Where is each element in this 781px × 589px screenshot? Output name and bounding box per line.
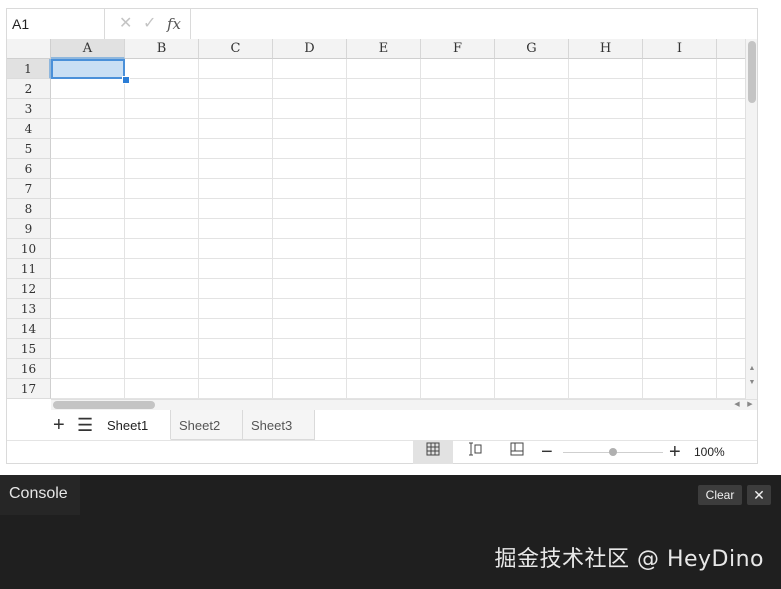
close-icon[interactable]: ✕ bbox=[747, 485, 771, 505]
formula-bar: A1 ✕ ✓ fx bbox=[7, 9, 757, 40]
normal-view-button[interactable] bbox=[413, 440, 453, 464]
row-header-15[interactable]: 15 bbox=[7, 339, 51, 359]
column-header-d[interactable]: D bbox=[273, 39, 347, 59]
scroll-right-arrow-icon[interactable]: ▶ bbox=[744, 400, 756, 410]
column-header-f[interactable]: F bbox=[421, 39, 495, 59]
clear-button[interactable]: Clear bbox=[698, 485, 742, 505]
scroll-up-arrow-icon[interactable]: ▲ bbox=[746, 363, 758, 375]
vertical-scrollbar[interactable]: ▲ ▼ bbox=[745, 39, 757, 399]
column-header-i[interactable]: I bbox=[643, 39, 717, 59]
console-title: Console bbox=[9, 485, 68, 502]
select-all-corner[interactable] bbox=[7, 39, 51, 59]
row-header-12[interactable]: 12 bbox=[7, 279, 51, 299]
vertical-scroll-thumb[interactable] bbox=[748, 41, 756, 103]
row-header-17[interactable]: 17 bbox=[7, 379, 51, 399]
scroll-left-arrow-icon[interactable]: ◀ bbox=[731, 400, 743, 410]
row-header-7[interactable]: 7 bbox=[7, 179, 51, 199]
row-header-6[interactable]: 6 bbox=[7, 159, 51, 179]
sheet-menu-icon[interactable]: ☰ bbox=[77, 410, 93, 440]
zoom-slider-knob[interactable] bbox=[609, 448, 617, 456]
zoom-in-icon[interactable]: + bbox=[669, 440, 681, 464]
console-panel: Console Clear ✕ 掘金技术社区 @ HeyDino bbox=[0, 475, 781, 589]
column-header-a[interactable]: A bbox=[51, 39, 125, 59]
sheet-tab-sheet1[interactable]: Sheet1 bbox=[99, 410, 171, 440]
spreadsheet: A1 ✕ ✓ fx ABCDEFGHI 1 2 3 4 5 6 7 8 9 10 11 12 13 14 1… bbox=[6, 8, 758, 464]
cell-grid: ABCDEFGHI 1 2 3 4 5 6 7 8 9 10 11 12 13 14 15 16 17 bbox=[7, 39, 745, 399]
row-header-9[interactable]: 9 bbox=[7, 219, 51, 239]
cells[interactable] bbox=[51, 59, 745, 399]
watermark: 掘金技术社区 @ HeyDino bbox=[494, 547, 764, 572]
check-icon[interactable]: ✓ bbox=[143, 9, 156, 39]
page-break-view-button[interactable] bbox=[455, 440, 495, 464]
row-header-13[interactable]: 13 bbox=[7, 299, 51, 319]
formula-input[interactable] bbox=[191, 9, 757, 39]
fx-icon[interactable]: fx bbox=[167, 9, 181, 39]
column-header-g[interactable]: G bbox=[495, 39, 569, 59]
add-sheet-icon[interactable]: + bbox=[53, 410, 65, 440]
row-header-4[interactable]: 4 bbox=[7, 119, 51, 139]
name-box[interactable]: A1 bbox=[7, 9, 105, 39]
column-header-h[interactable]: H bbox=[569, 39, 643, 59]
active-cell[interactable] bbox=[51, 59, 125, 79]
console-tab[interactable]: Console bbox=[0, 475, 80, 515]
row-header-11[interactable]: 11 bbox=[7, 259, 51, 279]
row-header-14[interactable]: 14 bbox=[7, 319, 51, 339]
page-layout-icon bbox=[510, 442, 524, 456]
sheet-tab-sheet2[interactable]: Sheet2 bbox=[171, 410, 243, 440]
row-header-5[interactable]: 5 bbox=[7, 139, 51, 159]
grid-view-icon bbox=[426, 442, 440, 456]
column-header-b[interactable]: B bbox=[125, 39, 199, 59]
row-header-10[interactable]: 10 bbox=[7, 239, 51, 259]
column-header-c[interactable]: C bbox=[199, 39, 273, 59]
status-bar: − + 100% bbox=[7, 440, 757, 464]
zoom-out-icon[interactable]: − bbox=[541, 440, 553, 464]
cancel-icon[interactable]: ✕ bbox=[119, 9, 132, 39]
row-header-8[interactable]: 8 bbox=[7, 199, 51, 219]
formula-bar-icons: ✕ ✓ fx bbox=[105, 9, 191, 39]
row-header-3[interactable]: 3 bbox=[7, 99, 51, 119]
page-break-icon bbox=[469, 442, 482, 456]
horizontal-scroll-thumb[interactable] bbox=[53, 401, 155, 409]
column-header-e[interactable]: E bbox=[347, 39, 421, 59]
scroll-down-arrow-icon[interactable]: ▼ bbox=[746, 377, 758, 389]
row-header-1[interactable]: 1 bbox=[7, 59, 51, 79]
row-header-2[interactable]: 2 bbox=[7, 79, 51, 99]
row-header-16[interactable]: 16 bbox=[7, 359, 51, 379]
sheet-tab-sheet3[interactable]: Sheet3 bbox=[243, 410, 315, 440]
column-header-partial[interactable] bbox=[717, 39, 745, 59]
page-layout-view-button[interactable] bbox=[497, 440, 537, 464]
horizontal-scrollbar[interactable]: ◀ ▶ bbox=[51, 399, 757, 410]
column-headers: ABCDEFGHI bbox=[51, 39, 745, 59]
fill-handle[interactable] bbox=[122, 76, 130, 84]
sheet-tab-bar: + ☰ Sheet1 Sheet2 Sheet3 bbox=[7, 410, 757, 441]
zoom-level: 100% bbox=[694, 445, 725, 459]
